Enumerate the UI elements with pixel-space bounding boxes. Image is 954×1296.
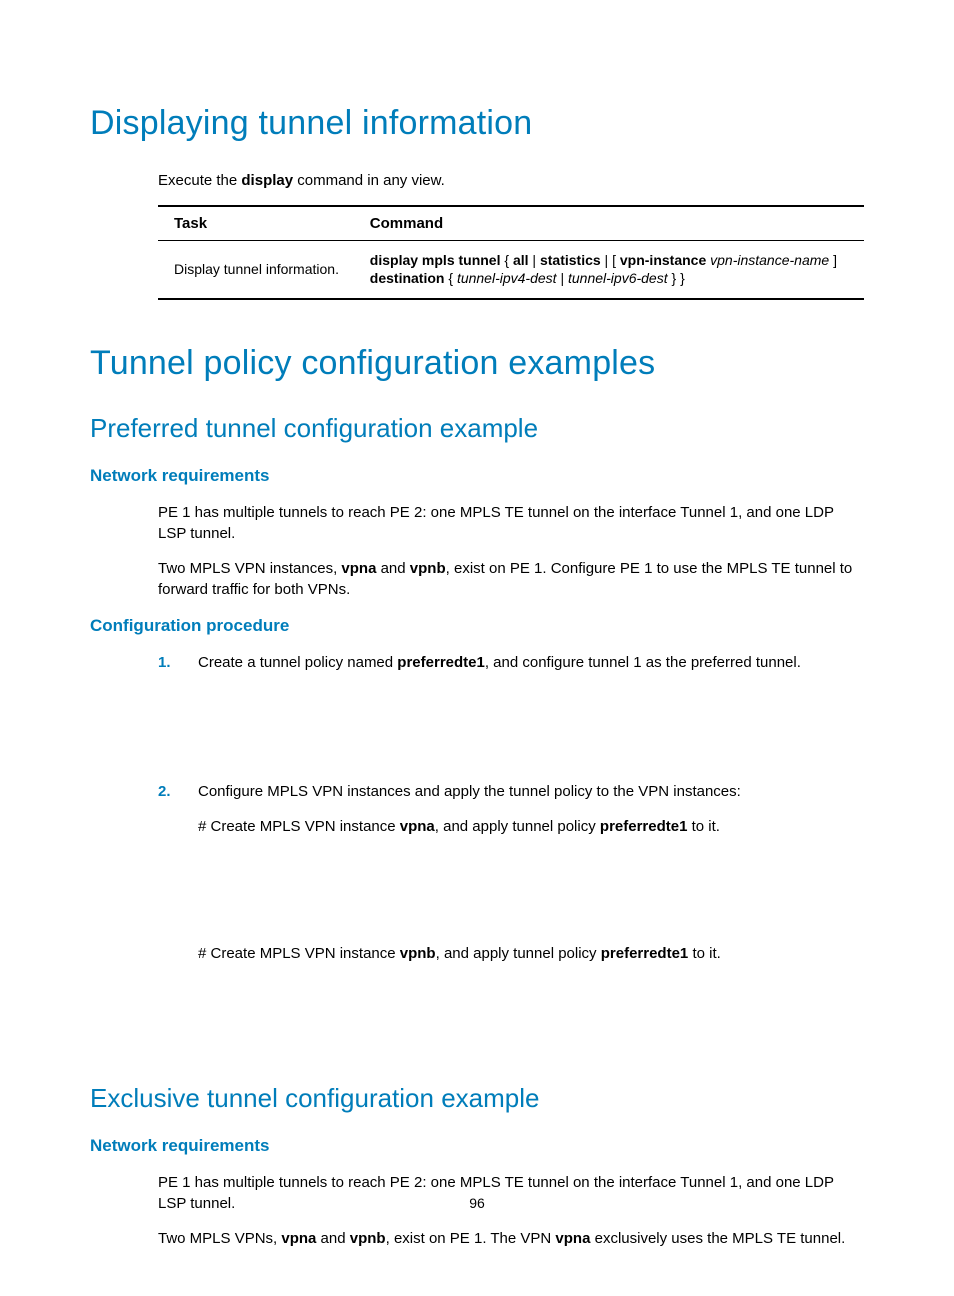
preferred-netreq-body: PE 1 has multiple tunnels to reach PE 2:… <box>158 502 864 600</box>
cmd-p6: | [ <box>601 252 620 268</box>
step-1-body: Create a tunnel policy named preferredte… <box>198 652 864 673</box>
step-1: 1. Create a tunnel policy named preferre… <box>158 652 864 673</box>
pref-p2-b2: vpnb <box>410 560 446 577</box>
cmd-p3: all <box>513 252 529 268</box>
heading-configuration-procedure: Configuration procedure <box>90 614 864 638</box>
excl-p2-t2: and <box>316 1230 349 1247</box>
step-2: 2. Configure MPLS VPN instances and appl… <box>158 781 864 808</box>
heading-displaying-tunnel-info: Displaying tunnel information <box>90 100 864 148</box>
s2s1-t1: # Create MPLS VPN instance <box>198 818 400 835</box>
step2-sub1: # Create MPLS VPN instance vpna, and app… <box>198 816 864 837</box>
s2s2-t3: to it. <box>688 945 721 962</box>
excl-p2-t4: exclusively uses the MPLS TE tunnel. <box>590 1230 845 1247</box>
step-2-body: Configure MPLS VPN instances and apply t… <box>198 781 864 808</box>
command-table-wrap: Task Command Display tunnel information.… <box>158 205 864 301</box>
step2-line: Configure MPLS VPN instances and apply t… <box>198 781 864 802</box>
excl-p2-t3: , exist on PE 1. The VPN <box>386 1230 556 1247</box>
s2s1-t2: , and apply tunnel policy <box>435 818 600 835</box>
step1-b1: preferredte1 <box>397 654 485 671</box>
heading-network-requirements-1: Network requirements <box>90 464 864 488</box>
td-task: Display tunnel information. <box>158 240 370 299</box>
step-1-num: 1. <box>158 652 198 673</box>
page-number: 96 <box>0 1194 954 1214</box>
cmd-p14: | <box>557 270 568 286</box>
spacer-3 <box>90 970 864 1080</box>
cmd-p15: tunnel-ipv6-dest <box>568 270 668 286</box>
heading-tunnel-policy-examples: Tunnel policy configuration examples <box>90 340 864 388</box>
pref-p2-t2: and <box>376 560 409 577</box>
cmd-p11: destination <box>370 270 445 286</box>
th-command: Command <box>370 206 864 241</box>
pref-p1: PE 1 has multiple tunnels to reach PE 2:… <box>158 502 864 544</box>
step2-sub2: # Create MPLS VPN instance vpnb, and app… <box>198 943 864 964</box>
intro-bold: display <box>241 172 293 189</box>
s2s2-t1: # Create MPLS VPN instance <box>198 945 400 962</box>
cmd-p12: { <box>444 270 456 286</box>
s2s1-b1: vpna <box>400 818 435 835</box>
procedure-body: 1. Create a tunnel policy named preferre… <box>158 652 864 964</box>
s2s2-t2: , and apply tunnel policy <box>436 945 601 962</box>
excl-p2: Two MPLS VPNs, vpna and vpnb, exist on P… <box>158 1228 864 1249</box>
s2s1-t3: to it. <box>687 818 720 835</box>
spacer-2 <box>158 843 864 943</box>
cmd-p13: tunnel-ipv4-dest <box>457 270 557 286</box>
th-task: Task <box>158 206 370 241</box>
cmd-p16: } } <box>668 270 685 286</box>
cmd-p4: | <box>529 252 540 268</box>
s2s1-b2: preferredte1 <box>600 818 688 835</box>
intro-pre: Execute the <box>158 172 241 189</box>
excl-p2-b2: vpnb <box>350 1230 386 1247</box>
step1-t1: Create a tunnel policy named <box>198 654 397 671</box>
cmd-p1: display mpls tunnel <box>370 252 501 268</box>
page-content: Displaying tunnel information Execute th… <box>0 0 954 1249</box>
pref-p2-b1: vpna <box>341 560 376 577</box>
pref-p2: Two MPLS VPN instances, vpna and vpnb, e… <box>158 558 864 600</box>
excl-p2-b3: vpna <box>555 1230 590 1247</box>
pref-p2-t1: Two MPLS VPN instances, <box>158 560 341 577</box>
excl-p2-b1: vpna <box>281 1230 316 1247</box>
table-row: Display tunnel information. display mpls… <box>158 240 864 299</box>
cmd-p5: statistics <box>540 252 601 268</box>
cmd-p9: vpn-instance-name <box>710 252 829 268</box>
intro-paragraph: Execute the display command in any view. <box>158 170 864 191</box>
s2s2-b2: preferredte1 <box>601 945 689 962</box>
cmd-p10: ] <box>829 252 837 268</box>
excl-p2-t1: Two MPLS VPNs, <box>158 1230 281 1247</box>
intro-post: command in any view. <box>293 172 445 189</box>
heading-exclusive-example: Exclusive tunnel configuration example <box>90 1080 864 1116</box>
heading-preferred-example: Preferred tunnel configuration example <box>90 410 864 446</box>
cmd-p2: { <box>501 252 513 268</box>
cmd-p7: vpn-instance <box>620 252 706 268</box>
command-table: Task Command Display tunnel information.… <box>158 205 864 301</box>
step-2-num: 2. <box>158 781 198 808</box>
step1-t2: , and configure tunnel 1 as the preferre… <box>485 654 801 671</box>
td-command: display mpls tunnel { all | statistics |… <box>370 240 864 299</box>
s2s2-b1: vpnb <box>400 945 436 962</box>
spacer <box>158 681 864 781</box>
heading-network-requirements-2: Network requirements <box>90 1134 864 1158</box>
